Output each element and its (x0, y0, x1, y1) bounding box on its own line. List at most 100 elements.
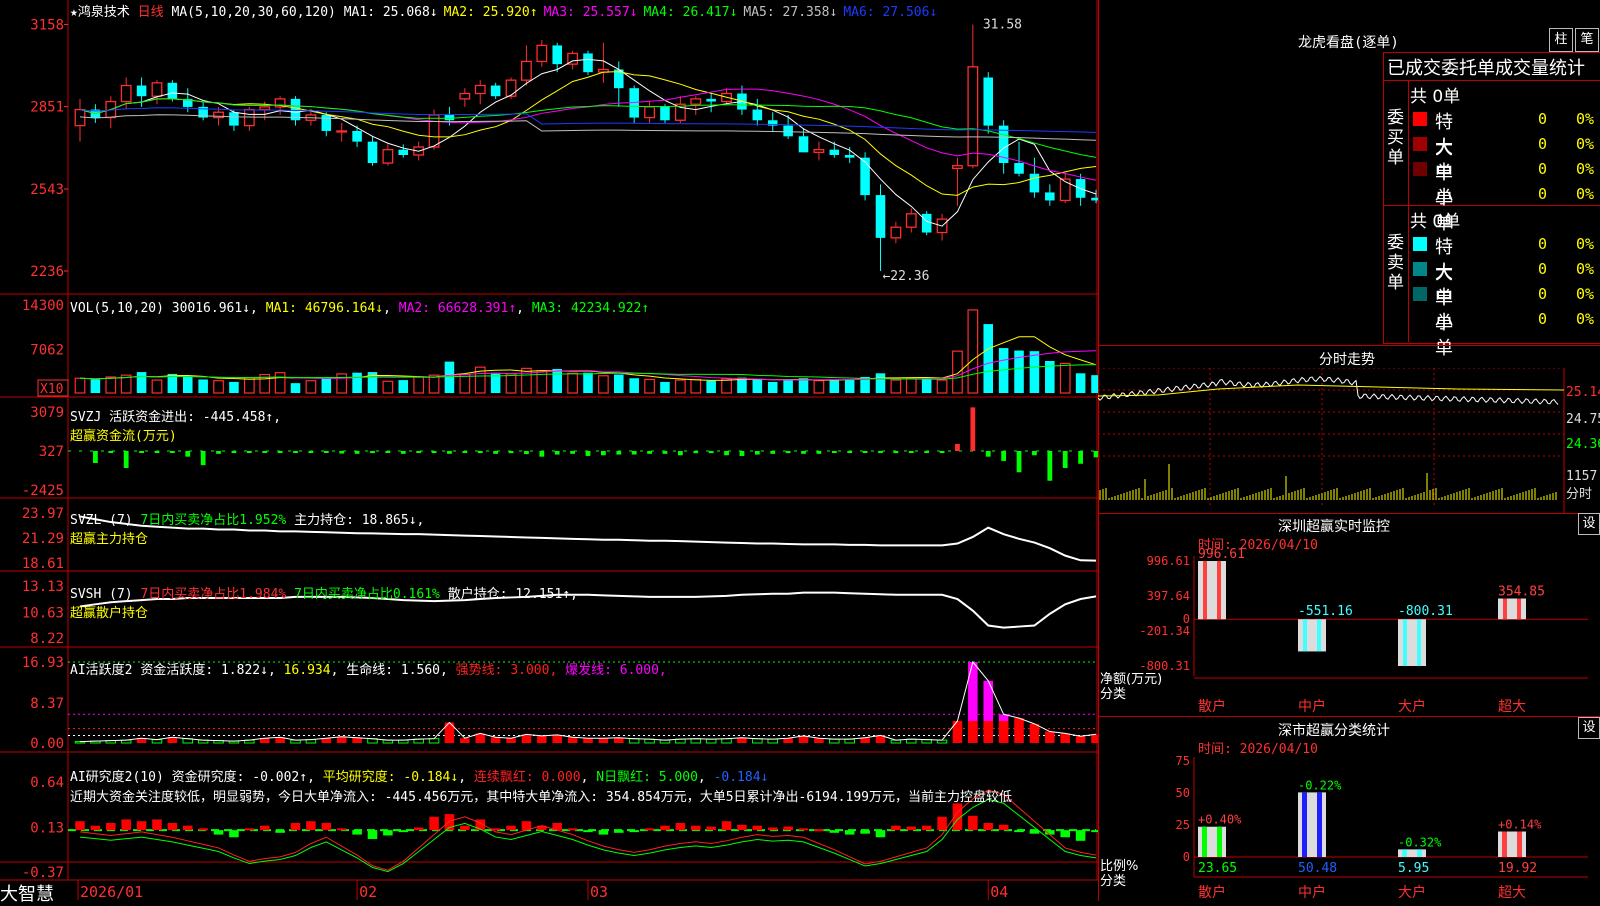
vol-bar (598, 375, 609, 394)
stock-name[interactable]: 鸿泉技术 (78, 5, 130, 20)
fs-tick-label: 25.14 (1566, 385, 1600, 400)
ai2-desc3: 连续飘红: 0.000 (473, 770, 581, 785)
main-chart-area[interactable]: 3158 2851 2543 2236 31.58 ←22.36 14300 7062 X10 3… (0, 0, 1098, 900)
ai-bar (952, 720, 963, 743)
candle (198, 101, 208, 121)
svzl-tick-label: 18.61 (22, 556, 64, 572)
ai-bar (598, 738, 609, 743)
ai2-bar (1075, 830, 1086, 841)
ai-bar (844, 738, 855, 744)
sz-bar-stripe (1503, 598, 1507, 620)
ss-category: 中户 (1298, 884, 1326, 900)
candle-body (321, 114, 332, 131)
candle (474, 80, 486, 105)
sz-bar (1498, 598, 1526, 620)
price-tick-label: 2851 (30, 100, 64, 116)
candle (336, 122, 348, 142)
vol-header: VOL(5,10,20) 30016.961↓, MA1: 46796.164↓… (70, 301, 650, 316)
order-side-label: 委卖单 (1387, 233, 1404, 293)
ai2-bar (336, 828, 347, 831)
tab-volume-stats[interactable]: 单成交量统计 (1477, 58, 1585, 79)
order-color-swatch (1413, 262, 1427, 276)
ai-desc1: 资金活跃度: 1.822↓ (140, 663, 268, 678)
ss-category: 大户 (1398, 884, 1426, 900)
sz-bar-stripe (1417, 619, 1421, 666)
ai2-bar (968, 815, 978, 831)
ss-bar-stripe (1302, 792, 1307, 857)
star-icon[interactable]: ★ (70, 5, 78, 20)
ai2-bar (937, 816, 947, 831)
svzj-bar (293, 451, 298, 453)
vol-bar (1059, 362, 1071, 394)
time-label: 04 (990, 883, 1008, 900)
ai-bar (628, 738, 640, 744)
candle-body (798, 136, 809, 153)
ss-bar-stripe (1402, 849, 1407, 857)
vol-bar (552, 369, 562, 393)
ai2-title: AI研究度2(10) (70, 770, 164, 785)
ai2-bar (660, 825, 670, 831)
stats-tabs[interactable]: 已成交委托单成交量统计 (1387, 54, 1585, 80)
vol-bar (74, 377, 86, 394)
low-price-label: ←22.36 (882, 269, 929, 284)
vol-bar (674, 379, 686, 394)
ai2-bar (752, 825, 763, 831)
sz-bar-stripe (1303, 619, 1307, 652)
vol-bar (721, 378, 732, 394)
candle (536, 40, 548, 67)
app-logo[interactable]: 大智慧 (0, 880, 54, 906)
ai2-header: AI研究度2(10) 资金研究度: -0.002↑, 平均研究度: -0.184… (70, 770, 769, 785)
candle (1059, 173, 1071, 204)
candle (875, 184, 886, 272)
candle-body (536, 44, 548, 63)
svzj-sub: 超赢资金流(万元) (70, 429, 177, 444)
svzj-bar (570, 451, 575, 454)
vol-bar (290, 383, 301, 393)
ai-desc4: 强势线: 3.000, (455, 663, 558, 678)
candle (167, 80, 178, 102)
bar-view-button[interactable]: 柱 (1549, 28, 1573, 52)
candle (305, 112, 317, 126)
ai2-bar (1014, 830, 1024, 833)
candle (74, 98, 86, 142)
sz-bar-stripe (1403, 619, 1407, 666)
ai2-bar (152, 819, 162, 831)
ss-bar-value: 23.65 (1198, 861, 1237, 876)
ai-bar (798, 735, 809, 743)
candle-body (967, 66, 979, 167)
candle-body (552, 45, 562, 65)
order-row-pct: 0% (1576, 235, 1595, 253)
ai2-bar (383, 830, 393, 836)
order-row-count: 0 (1538, 285, 1548, 303)
tick-view-button[interactable]: 笔 (1575, 28, 1599, 52)
price-tick-label: 2543 (30, 182, 64, 198)
vol-ma2: MA2: 66628.391↑ (398, 301, 517, 316)
vol-bar (198, 379, 208, 393)
svzj-header: SVZJ 活跃资金进出: -445.458↑, 超赢资金流(万元) (70, 406, 281, 444)
svzj-tick-label: 3079 (30, 405, 64, 421)
period-label[interactable]: 日线 (138, 5, 164, 20)
ai-bar (1075, 736, 1086, 743)
ai2-bar (998, 824, 1009, 831)
ai-bar (151, 739, 163, 744)
candle (783, 114, 793, 139)
ss-ratio-chart[interactable]: 时间: 2026/04/10 75 50 25 0 比例%分类 +0.40% 23.65 散户 -… (1098, 737, 1600, 900)
timeline-chart[interactable]: 25.14 24.75 24.36 1157 分时 (1098, 368, 1600, 513)
order-row-count: 0 (1538, 310, 1548, 328)
candle-body (505, 79, 517, 97)
fs-unit-label: 分时 (1566, 487, 1592, 502)
vol-bar (1075, 373, 1086, 393)
svzj-bar (677, 451, 683, 456)
vol-bar (321, 377, 332, 393)
sz-bar-stripe (1217, 561, 1221, 620)
tab-filled-orders[interactable]: 已成交委托 (1387, 58, 1477, 79)
ai2-bar (398, 830, 409, 833)
candle-body (983, 77, 994, 126)
ss-tick-label: 25 (1176, 818, 1190, 832)
sz-settings-button[interactable]: 设 (1578, 513, 1600, 535)
ai2-bar (1060, 830, 1070, 838)
ss-bar-stripe (1202, 826, 1207, 857)
ss-bar-stripe (1217, 826, 1222, 857)
sz-net-chart[interactable]: 时间: 2026/04/10996.61397.640-201.34-800.3… (1098, 533, 1600, 716)
ss-settings-button[interactable]: 设 (1578, 717, 1600, 739)
